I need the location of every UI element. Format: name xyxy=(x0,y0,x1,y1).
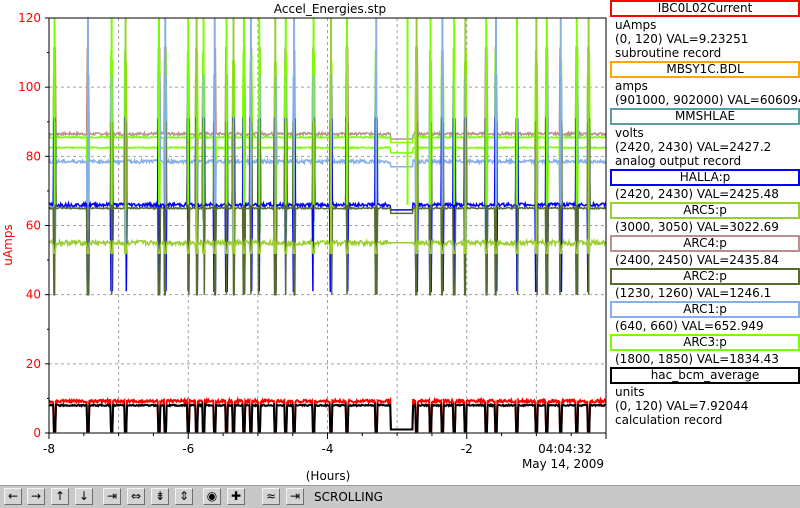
legend-name[interactable]: ARC2:p xyxy=(610,268,800,285)
legend-detail: calculation record xyxy=(615,413,723,427)
legend-name[interactable]: ARC3:p xyxy=(610,334,800,351)
chart-title: Accel_Energies.stp xyxy=(274,2,386,16)
legend-detail: (901000, 902000) VAL=606094 xyxy=(615,93,800,107)
legend-name[interactable]: IBC0L02Current xyxy=(610,0,800,17)
legend-detail: units xyxy=(615,385,645,399)
toolbar: ← → ↑ ↓ ⇥ ⇔ ⇟ ⇕ ◉ ✚ ≈ ⇥ SCROLLING xyxy=(0,485,800,508)
grid-lines xyxy=(49,18,606,433)
series-line-arc3-p xyxy=(48,50,607,225)
stagger-button[interactable]: ≈ xyxy=(262,488,280,505)
legend-detail: (640, 660) VAL=652.949 xyxy=(615,319,764,333)
goto-end-button[interactable]: ⇥ xyxy=(286,488,304,505)
scroll-down-button[interactable]: ↓ xyxy=(75,488,93,505)
legend-name[interactable]: ARC4:p xyxy=(610,235,800,252)
chart-svg: 0 20 40 60 80 100 120 -8 -6 -4 -2 Accel_Energies.s… xyxy=(1,2,607,483)
zoom-out-vertical-button[interactable]: ⇕ xyxy=(175,488,193,505)
y-tick-label: 120 xyxy=(18,11,41,25)
x-tick-label: -8 xyxy=(43,442,55,456)
legend-detail: subroutine record xyxy=(615,46,722,60)
legend-detail: (2420, 2430) VAL=2427.2 xyxy=(615,140,772,154)
legend-name[interactable]: MMSHLAE xyxy=(610,108,800,125)
y-tick-label: 100 xyxy=(18,80,41,94)
y-tick-label: 20 xyxy=(26,357,41,371)
end-date-label: May 14, 2009 xyxy=(522,457,604,471)
legend-panel: IBC0L02Current uAmps (0, 120) VAL=9.23251 s… xyxy=(609,0,800,485)
y-tick-label: 40 xyxy=(26,288,41,302)
legend-detail: volts xyxy=(615,126,644,140)
legend-detail: (1800, 1850) VAL=1834.43 xyxy=(615,352,779,366)
legend-detail: (0, 120) VAL=9.23251 xyxy=(615,32,749,46)
y-axis-label: uAmps xyxy=(1,224,15,265)
scroll-left-button[interactable]: ← xyxy=(4,488,22,505)
scroll-right-button[interactable]: → xyxy=(27,488,45,505)
zoom-out-horizontal-button[interactable]: ⇔ xyxy=(127,488,145,505)
legend-detail: analog output record xyxy=(615,154,742,168)
zoom-in-horizontal-button[interactable]: ⇥ xyxy=(103,488,121,505)
legend-detail: (2420, 2430) VAL=2425.48 xyxy=(615,187,779,201)
legend-name[interactable]: ARC1:p xyxy=(610,301,800,318)
legend-name[interactable]: HALLA:p xyxy=(610,169,800,186)
y-tick-label: 0 xyxy=(33,426,41,440)
strip-chart-plot[interactable]: 0 20 40 60 80 100 120 -8 -6 -4 -2 Accel_Energies.s… xyxy=(0,0,608,485)
legend-name[interactable]: ARC5:p xyxy=(610,202,800,219)
legend-detail: (1230, 1260) VAL=1246.1 xyxy=(615,286,772,300)
x-tick-label: -2 xyxy=(461,442,473,456)
zoom-in-vertical-button[interactable]: ⇟ xyxy=(151,488,169,505)
legend-name[interactable]: hac_bcm_average xyxy=(610,367,800,384)
add-pv-button[interactable]: ✚ xyxy=(227,488,245,505)
legend-detail: (3000, 3050) VAL=3022.69 xyxy=(615,220,779,234)
end-time-label: 04:04:32 xyxy=(538,442,592,456)
x-tick-label: -6 xyxy=(182,442,194,456)
x-axis-label: (Hours) xyxy=(306,469,351,483)
legend-detail: amps xyxy=(615,79,648,93)
auto-scale-button[interactable]: ◉ xyxy=(203,488,221,505)
mode-label: SCROLLING xyxy=(314,490,383,504)
x-tick-label: -4 xyxy=(322,442,334,456)
y-tick-label: 60 xyxy=(26,219,41,233)
legend-detail: (2400, 2450) VAL=2435.84 xyxy=(615,253,779,267)
legend-name[interactable]: MBSY1C.BDL xyxy=(610,61,800,78)
legend-detail: (0, 120) VAL=7.92044 xyxy=(615,399,749,413)
scroll-up-button[interactable]: ↑ xyxy=(51,488,69,505)
y-tick-label: 80 xyxy=(26,149,41,163)
legend-detail: uAmps xyxy=(615,18,657,32)
